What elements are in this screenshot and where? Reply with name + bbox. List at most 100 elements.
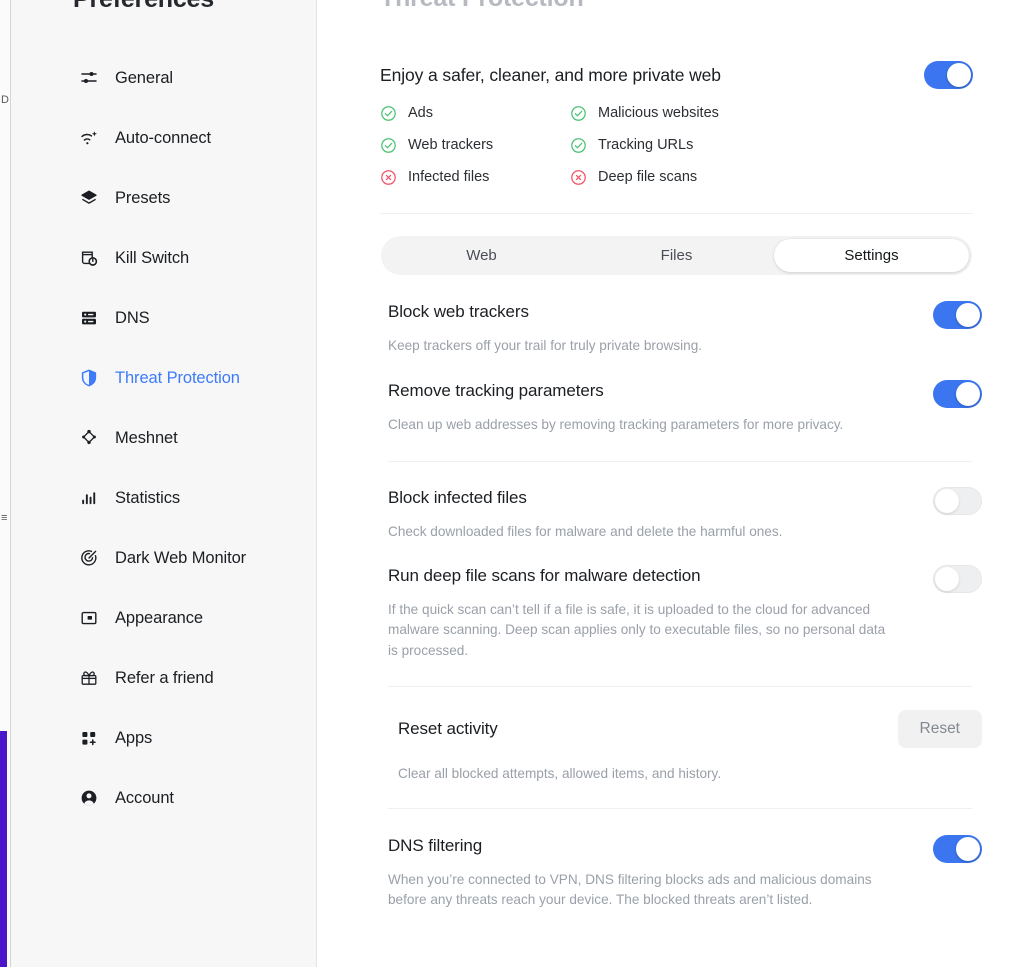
- bar-chart-icon: [79, 488, 99, 508]
- sliders-icon: [79, 68, 99, 88]
- feature-item: Web trackers: [380, 134, 570, 156]
- sidebar-item-statistics[interactable]: Statistics: [23, 478, 304, 518]
- block-web-trackers-toggle[interactable]: [933, 300, 982, 329]
- check-circle-icon: [571, 105, 586, 121]
- apps-grid-icon: [79, 728, 99, 748]
- hero-headline: Enjoy a safer, cleaner, and more private…: [380, 64, 721, 85]
- x-circle-icon: [381, 169, 396, 185]
- dns-filtering-toggle[interactable]: [933, 834, 982, 863]
- edge-glyph-top: D: [1, 94, 9, 106]
- feature-label: Deep file scans: [598, 169, 698, 185]
- sidebar-item-presets[interactable]: Presets: [23, 178, 304, 218]
- feature-label: Ads: [408, 105, 433, 121]
- gift-icon: [79, 668, 99, 688]
- toggle-knob: [956, 382, 980, 407]
- deep-file-scans-toggle[interactable]: [933, 564, 982, 593]
- server-icon: [79, 308, 99, 328]
- meshnet-icon: [79, 428, 99, 448]
- setting-deep-file-scans: Run deep file scans for malware detectio…: [318, 564, 1024, 662]
- x-circle-icon: [571, 169, 586, 185]
- background-purple-accent-bar: [0, 731, 7, 967]
- tab-files[interactable]: Files: [579, 239, 774, 272]
- settings-list: Prevent access to malware-hosting websit…: [318, 275, 1024, 951]
- sidebar-item-label: General: [115, 68, 174, 87]
- sidebar-item-label: DNS: [115, 308, 150, 327]
- toggle-knob: [956, 302, 980, 327]
- sidebar-item-apps[interactable]: Apps: [23, 718, 304, 758]
- toggle-knob: [956, 836, 980, 861]
- reset-button[interactable]: Reset: [897, 709, 982, 748]
- sidebar-item-label: Refer a friend: [115, 668, 214, 687]
- setting-block-web-trackers: Block web trackers Keep trackers off you…: [318, 300, 1024, 357]
- tab-web[interactable]: Web: [384, 239, 579, 272]
- setting-remove-tracking-parameters: Remove tracking parameters Clean up web …: [318, 380, 1024, 436]
- sidebar-item-dark-web-monitor[interactable]: Dark Web Monitor: [23, 538, 304, 578]
- sidebar-item-dns[interactable]: DNS: [23, 298, 304, 338]
- kill-switch-icon: [79, 248, 99, 268]
- threat-protection-hero: Enjoy a safer, cleaner, and more private…: [380, 56, 973, 188]
- layers-icon: [79, 188, 99, 208]
- tab-settings[interactable]: Settings: [774, 239, 969, 272]
- check-circle-icon: [381, 137, 396, 153]
- feature-item: Ads: [380, 102, 570, 124]
- protection-feature-grid: Ads Malicious websites Web trackers Trac…: [380, 102, 973, 188]
- sidebar-item-refer-a-friend[interactable]: Refer a friend: [23, 658, 304, 698]
- remove-tracking-parameters-toggle[interactable]: [933, 380, 982, 409]
- window-icon: [79, 608, 99, 628]
- setting-dns-filtering: DNS filtering When you’re connected to V…: [318, 834, 1024, 911]
- setting-description: Clean up web addresses by removing track…: [388, 417, 844, 433]
- setting-description: Keep trackers off your trail for truly p…: [388, 337, 703, 353]
- setting-description: When you’re connected to VPN, DNS filter…: [388, 871, 872, 908]
- page-title: Threat Protection: [380, 0, 584, 13]
- sidebar-item-kill-switch[interactable]: Kill Switch: [23, 238, 304, 278]
- setting-block-infected-files: Block infected files Check downloaded fi…: [318, 486, 1024, 543]
- setting-description: If the quick scan can’t tell if a file i…: [388, 601, 886, 658]
- preferences-sidebar: Preferences General: [11, 0, 317, 967]
- setting-title: DNS filtering: [388, 835, 483, 855]
- hero-divider: [380, 213, 973, 214]
- sidebar-item-appearance[interactable]: Appearance: [23, 598, 304, 638]
- reset-activity-title: Reset activity: [398, 718, 498, 738]
- settings-scroll-area[interactable]: Prevent access to malware-hosting websit…: [318, 275, 1024, 967]
- threat-protection-tabbar: Web Files Settings: [381, 236, 972, 275]
- sidebar-item-label: Kill Switch: [115, 248, 190, 267]
- check-circle-icon: [381, 105, 396, 121]
- threat-protection-panel: Threat Protection Enjoy a safer, cleaner…: [318, 0, 1024, 967]
- feature-item: Infected files: [380, 166, 570, 188]
- sidebar-item-general[interactable]: General: [23, 58, 304, 98]
- feature-label: Web trackers: [408, 137, 494, 153]
- sidebar-item-meshnet[interactable]: Meshnet: [23, 418, 304, 458]
- setting-title: Remove tracking parameters: [388, 381, 604, 401]
- check-circle-icon: [571, 137, 586, 153]
- person-icon: [79, 788, 99, 808]
- feature-item: Deep file scans: [570, 166, 973, 188]
- target-icon: [79, 548, 99, 568]
- reset-activity-description: Clear all blocked attempts, allowed item…: [398, 765, 722, 781]
- sidebar-title: Preferences: [73, 0, 214, 14]
- setting-reset-activity: Reset activity Reset Clear all blocked a…: [318, 709, 1024, 781]
- wifi-spark-icon: [79, 128, 99, 148]
- setting-title: Block infected files: [388, 487, 527, 507]
- setting-title: Run deep file scans for malware detectio…: [388, 565, 701, 585]
- sidebar-item-label: Threat Protection: [115, 368, 240, 387]
- hero-master-row: Enjoy a safer, cleaner, and more private…: [380, 56, 973, 94]
- toggle-knob: [935, 488, 959, 513]
- block-infected-files-toggle[interactable]: [933, 486, 982, 515]
- feature-label: Infected files: [408, 169, 490, 185]
- shield-icon: [79, 368, 99, 388]
- sidebar-nav: General Auto-connect Presets Kill Switch…: [11, 58, 316, 818]
- feature-item: Malicious websites: [570, 102, 973, 124]
- sidebar-item-threat-protection[interactable]: Threat Protection: [23, 358, 304, 398]
- sidebar-item-account[interactable]: Account: [23, 778, 304, 818]
- sidebar-item-label: Appearance: [115, 608, 203, 627]
- sidebar-item-label: Auto-connect: [115, 128, 212, 147]
- feature-label: Malicious websites: [598, 105, 719, 121]
- edge-glyph-bottom: ≡: [1, 512, 8, 524]
- sidebar-item-label: Apps: [115, 728, 153, 747]
- toggle-knob: [935, 566, 959, 591]
- sidebar-item-label: Statistics: [115, 488, 181, 507]
- sidebar-item-label: Account: [115, 788, 174, 807]
- sidebar-item-auto-connect[interactable]: Auto-connect: [23, 118, 304, 158]
- sidebar-item-label: Dark Web Monitor: [115, 548, 247, 567]
- threat-protection-master-toggle[interactable]: [924, 61, 973, 89]
